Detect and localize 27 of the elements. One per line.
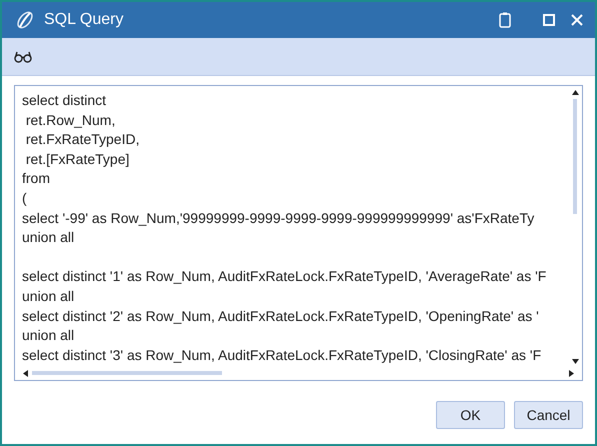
down-arrow-icon[interactable] — [572, 359, 578, 364]
ok-button[interactable]: OK — [436, 401, 505, 429]
close-icon[interactable] — [571, 14, 583, 26]
glasses-icon[interactable] — [14, 50, 32, 62]
code-line: ret.FxRateTypeID, — [24, 130, 140, 150]
right-arrow-icon[interactable] — [569, 370, 574, 376]
up-arrow-icon[interactable] — [572, 90, 578, 95]
code-line: ret.Row_Num, — [24, 110, 116, 130]
code-line: union all — [22, 228, 74, 248]
scrollbar-thumb[interactable] — [573, 99, 577, 214]
scrollbar-thumb[interactable] — [32, 371, 222, 375]
clipboard-icon[interactable] — [499, 12, 511, 28]
code-line: ret.[FxRateType] — [24, 150, 130, 169]
code-line: union all — [22, 326, 74, 346]
window-title: SQL Query — [44, 10, 124, 30]
left-arrow-icon[interactable] — [23, 370, 28, 376]
code-line: from — [22, 169, 50, 188]
code-line: select distinct — [22, 91, 106, 110]
maximize-icon[interactable] — [543, 14, 555, 26]
sql-editor[interactable] — [14, 85, 583, 381]
code-line: ( — [22, 188, 27, 208]
code-line: select distinct '3' as Row_Num, AuditFxRateLock.FxRateTypeID, 'ClosingRate' as 'F — [22, 346, 542, 365]
code-line: union all — [22, 286, 74, 306]
cancel-button[interactable]: Cancel — [514, 401, 583, 429]
code-line: select '-99' as Row_Num,'99999999-9999-9999-9999-999999999999' as'FxRateTy — [22, 208, 534, 228]
code-line: select distinct '1' as Row_Num, AuditFxRateLock.FxRateTypeID, 'AverageRate' as 'F — [22, 267, 546, 286]
code-line: select distinct '2' as Row_Num, AuditFxRateLock.FxRateTypeID, 'OpeningRate' as ' — [22, 306, 539, 326]
